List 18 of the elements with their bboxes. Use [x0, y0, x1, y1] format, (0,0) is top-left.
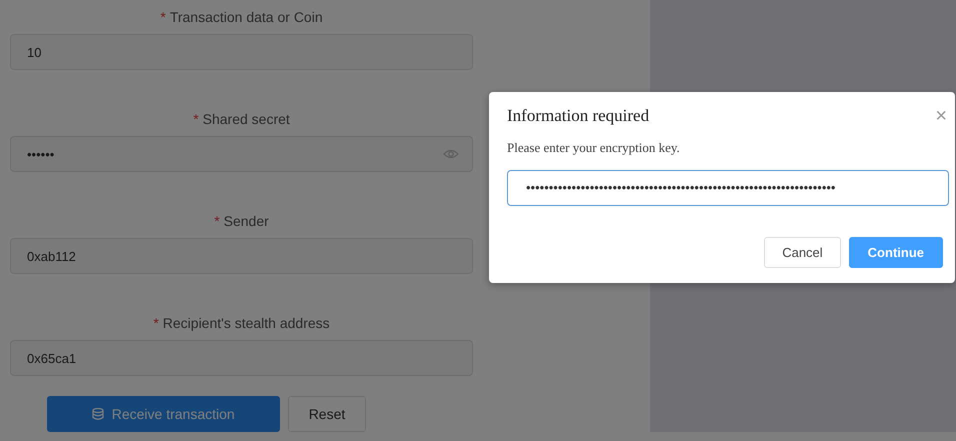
field-label: * Transaction data or Coin: [160, 8, 323, 26]
receive-button[interactable]: Receive transaction: [46, 396, 280, 432]
field-label: * Recipient's stealth address: [153, 314, 330, 333]
input-field[interactable]: 0xab112: [10, 238, 473, 274]
dialog-message: Please enter your encryption key.: [507, 139, 681, 158]
password-field[interactable]: ••••••: [10, 136, 473, 172]
eye-icon[interactable]: [443, 149, 459, 159]
field-label: * Shared secret: [193, 110, 290, 128]
reset-button[interactable]: Reset: [288, 396, 366, 432]
field-label: * Sender: [214, 212, 269, 230]
input-field[interactable]: 0x65ca1: [10, 340, 473, 376]
dialog-title: Information required: [507, 106, 650, 126]
key-field[interactable]: ••••••••••••••••••••••••••••••••••••••••••••••••••••••••••••••••••••: [507, 170, 949, 206]
input-field[interactable]: 10: [10, 34, 473, 70]
cancel-button[interactable]: Cancel: [764, 236, 841, 268]
close-button[interactable]: ×: [935, 106, 947, 126]
continue-button[interactable]: Continue: [848, 236, 943, 268]
database-icon: [92, 408, 104, 420]
